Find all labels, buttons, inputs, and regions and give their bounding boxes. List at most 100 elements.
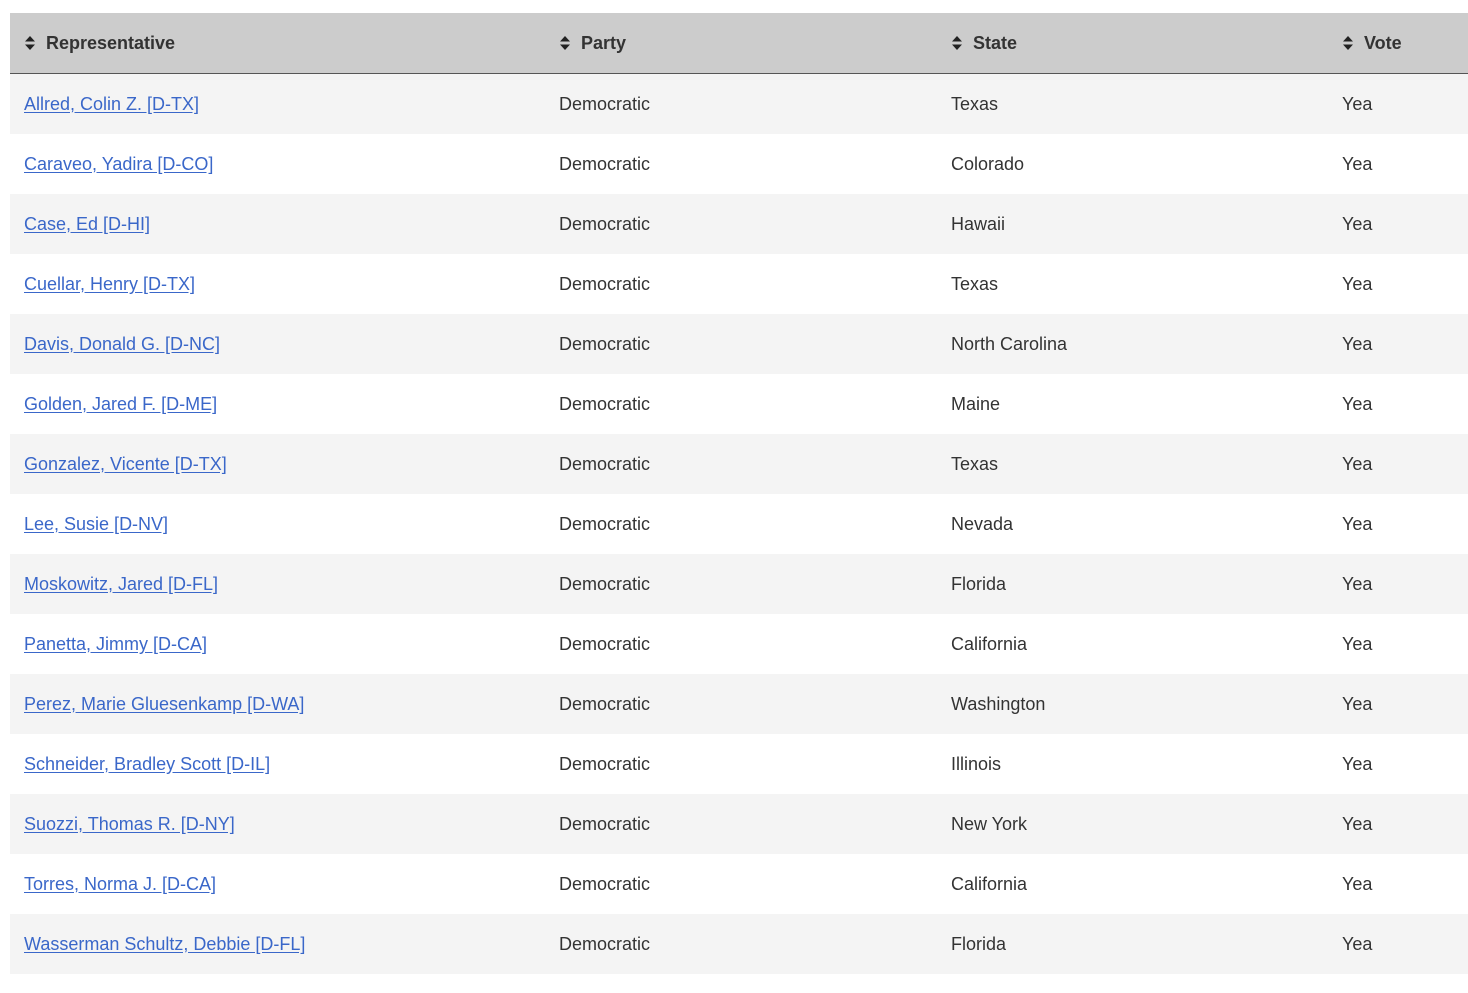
state-cell: New York [951, 813, 1028, 834]
representative-link[interactable]: Lee, Susie [D-NV] [24, 514, 168, 534]
vote-cell: Yea [1342, 153, 1373, 174]
vote-cell: Yea [1342, 873, 1373, 894]
sort-icon[interactable] [559, 35, 571, 51]
party-cell: Democratic [559, 573, 651, 594]
table-row: Panetta, Jimmy [D-CA] Democratic Califor… [10, 614, 1468, 674]
table-row: Perez, Marie Gluesenkamp [D-WA] Democrat… [10, 674, 1468, 734]
representative-cell: Schneider, Bradley Scott [D-IL] [10, 734, 544, 794]
representative-link[interactable]: Davis, Donald G. [D-NC] [24, 334, 220, 354]
representative-link[interactable]: Cuellar, Henry [D-TX] [24, 274, 195, 294]
sort-icon[interactable] [951, 35, 963, 51]
party-cell: Democratic [559, 333, 651, 354]
vote-cell: Yea [1342, 453, 1373, 474]
party-cell: Democratic [559, 813, 651, 834]
state-cell: Illinois [951, 753, 1002, 774]
representative-link[interactable]: Golden, Jared F. [D-ME] [24, 394, 217, 414]
column-header-party[interactable]: Party [544, 13, 936, 74]
column-header-representative[interactable]: Representative [10, 13, 544, 74]
column-header-label: Party [581, 32, 627, 53]
vote-cell: Yea [1342, 753, 1373, 774]
sort-icon[interactable] [24, 35, 36, 51]
representative-link[interactable]: Panetta, Jimmy [D-CA] [24, 634, 207, 654]
representative-cell: Torres, Norma J. [D-CA] [10, 854, 544, 914]
party-cell: Democratic [559, 633, 651, 654]
header-row: Representative Party State Vote [10, 13, 1468, 74]
party-cell: Democratic [559, 513, 651, 534]
table-row: Golden, Jared F. [D-ME] Democratic Maine… [10, 374, 1468, 434]
party-cell: Democratic [559, 933, 651, 954]
table-header: Representative Party State Vote [10, 13, 1468, 74]
party-cell: Democratic [559, 153, 651, 174]
party-cell: Democratic [559, 873, 651, 894]
representative-cell: Lee, Susie [D-NV] [10, 494, 544, 554]
table-row: Torres, Norma J. [D-CA] Democratic Calif… [10, 854, 1468, 914]
table-body: Allred, Colin Z. [D-TX] Democratic Texas… [10, 73, 1468, 974]
state-cell: Maine [951, 393, 1001, 414]
party-cell: Democratic [559, 453, 651, 474]
state-cell: California [951, 873, 1028, 894]
table-row: Allred, Colin Z. [D-TX] Democratic Texas… [10, 73, 1468, 134]
representative-cell: Cuellar, Henry [D-TX] [10, 254, 544, 314]
party-cell: Democratic [559, 273, 651, 294]
sort-icon[interactable] [1342, 35, 1354, 51]
state-cell: Texas [951, 93, 999, 114]
representative-link[interactable]: Torres, Norma J. [D-CA] [24, 874, 216, 894]
representative-link[interactable]: Allred, Colin Z. [D-TX] [24, 94, 199, 114]
table-row: Suozzi, Thomas R. [D-NY] Democratic New … [10, 794, 1468, 854]
column-header-state[interactable]: State [936, 13, 1328, 74]
vote-cell: Yea [1342, 513, 1373, 534]
representative-cell: Suozzi, Thomas R. [D-NY] [10, 794, 544, 854]
representative-link[interactable]: Gonzalez, Vicente [D-TX] [24, 454, 227, 474]
representative-cell: Golden, Jared F. [D-ME] [10, 374, 544, 434]
party-cell: Democratic [559, 753, 651, 774]
table-row: Cuellar, Henry [D-TX] Democratic Texas Y… [10, 254, 1468, 314]
table-row: Lee, Susie [D-NV] Democratic Nevada Yea [10, 494, 1468, 554]
vote-cell: Yea [1342, 393, 1373, 414]
state-cell: Hawaii [951, 213, 1006, 234]
column-header-vote[interactable]: Vote [1328, 13, 1468, 74]
representative-cell: Case, Ed [D-HI] [10, 194, 544, 254]
column-header-label: State [973, 32, 1018, 53]
state-cell: Nevada [951, 513, 1014, 534]
representative-cell: Wasserman Schultz, Debbie [D-FL] [10, 914, 544, 974]
representative-link[interactable]: Perez, Marie Gluesenkamp [D-WA] [24, 694, 304, 714]
column-header-label: Representative [46, 32, 176, 53]
state-cell: Florida [951, 573, 1007, 594]
vote-results-table: Representative Party State Vote Allred, … [10, 13, 1468, 974]
table-row: Davis, Donald G. [D-NC] Democratic North… [10, 314, 1468, 374]
representative-link[interactable]: Caraveo, Yadira [D-CO] [24, 154, 213, 174]
party-cell: Democratic [559, 693, 651, 714]
representative-link[interactable]: Schneider, Bradley Scott [D-IL] [24, 754, 270, 774]
table-row: Schneider, Bradley Scott [D-IL] Democrat… [10, 734, 1468, 794]
state-cell: North Carolina [951, 333, 1068, 354]
table-row: Caraveo, Yadira [D-CO] Democratic Colora… [10, 134, 1468, 194]
vote-cell: Yea [1342, 573, 1373, 594]
representative-cell: Moskowitz, Jared [D-FL] [10, 554, 544, 614]
table-row: Case, Ed [D-HI] Democratic Hawaii Yea [10, 194, 1468, 254]
vote-cell: Yea [1342, 273, 1373, 294]
state-cell: Colorado [951, 153, 1025, 174]
vote-cell: Yea [1342, 813, 1373, 834]
state-cell: Texas [951, 453, 999, 474]
representative-link[interactable]: Moskowitz, Jared [D-FL] [24, 574, 218, 594]
column-header-label: Vote [1364, 32, 1402, 53]
representative-cell: Davis, Donald G. [D-NC] [10, 314, 544, 374]
state-cell: Texas [951, 273, 999, 294]
representative-link[interactable]: Case, Ed [D-HI] [24, 214, 150, 234]
vote-cell: Yea [1342, 213, 1373, 234]
representative-cell: Caraveo, Yadira [D-CO] [10, 134, 544, 194]
vote-cell: Yea [1342, 93, 1373, 114]
party-cell: Democratic [559, 393, 651, 414]
table-row: Moskowitz, Jared [D-FL] Democratic Flori… [10, 554, 1468, 614]
party-cell: Democratic [559, 93, 651, 114]
state-cell: Washington [951, 693, 1046, 714]
representative-link[interactable]: Suozzi, Thomas R. [D-NY] [24, 814, 235, 834]
vote-cell: Yea [1342, 693, 1373, 714]
vote-results-container: Representative Party State Vote Allred, … [10, 13, 1468, 974]
representative-cell: Perez, Marie Gluesenkamp [D-WA] [10, 674, 544, 734]
vote-cell: Yea [1342, 333, 1373, 354]
representative-cell: Gonzalez, Vicente [D-TX] [10, 434, 544, 494]
representative-link[interactable]: Wasserman Schultz, Debbie [D-FL] [24, 934, 305, 954]
representative-cell: Panetta, Jimmy [D-CA] [10, 614, 544, 674]
state-cell: Florida [951, 933, 1007, 954]
